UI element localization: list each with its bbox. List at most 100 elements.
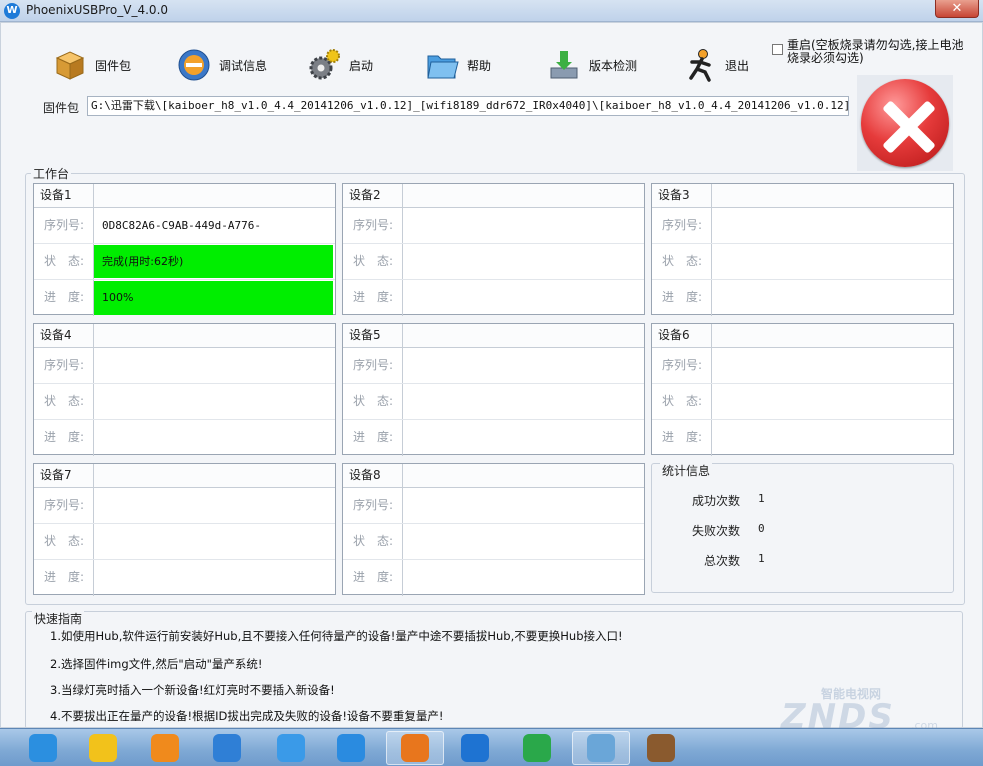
taskbar-app[interactable]	[632, 731, 690, 765]
close-button[interactable]: ✕	[935, 0, 979, 18]
device-status	[94, 524, 335, 559]
device-serial	[94, 488, 335, 523]
serial-label: 序列号:	[34, 348, 94, 383]
taskbar-app[interactable]	[262, 731, 320, 765]
progress-label: 进 度:	[343, 420, 403, 456]
stat-total: 总次数 1	[652, 552, 952, 568]
sogou-icon	[461, 734, 489, 762]
serial-label: 序列号:	[343, 208, 403, 243]
stat-success-label: 成功次数	[691, 494, 740, 508]
device-name: 设备1	[34, 184, 94, 207]
device-panel: 设备4 序列号: 状 态: 进 度:	[33, 323, 336, 456]
serial-label: 序列号:	[343, 488, 403, 523]
device-status	[403, 384, 644, 419]
serial-label: 序列号:	[343, 348, 403, 383]
phoenix-app-icon	[401, 734, 429, 762]
device-progress	[94, 560, 335, 596]
device-serial	[712, 348, 953, 383]
taskbar-app[interactable]	[446, 731, 504, 765]
guide-line: 1.如使用Hub,软件运行前安装好Hub,且不要接入任何待量产的设备!量产中途不…	[50, 629, 623, 643]
exit-button[interactable]: 退出	[683, 45, 749, 85]
znds-watermark: 智能电视网 ZNDS .com	[781, 687, 938, 737]
help-button[interactable]: 帮助	[425, 45, 491, 85]
guide-line: 2.选择固件img文件,然后"启动"量产系统!	[50, 657, 263, 671]
device-panel: 设备7 序列号: 状 态: 进 度:	[33, 463, 336, 596]
taskbar	[0, 728, 983, 766]
taskbar-app[interactable]	[198, 731, 256, 765]
device-panel: 设备5 序列号: 状 态: 进 度:	[342, 323, 645, 456]
firmware-button[interactable]: 固件包	[53, 45, 131, 85]
restart-checkbox[interactable]	[772, 44, 783, 55]
taskbar-app[interactable]	[322, 731, 380, 765]
device-progress	[712, 280, 953, 316]
phoenixusbpro-icon	[587, 734, 615, 762]
device-name: 设备2	[343, 184, 403, 207]
device-panel: 设备2 序列号: 状 态: 进 度:	[342, 183, 645, 316]
debug-icon	[177, 48, 211, 82]
firmware-path-label: 固件包	[43, 101, 80, 115]
package-icon	[53, 48, 87, 82]
quick-guide-title: 快速指南	[32, 610, 85, 627]
device-status	[403, 524, 644, 559]
device-progress	[403, 280, 644, 316]
search-tool-icon	[213, 734, 241, 762]
guide-line: 4.不要拔出正在量产的设备!根据ID拔出完成及失败的设备!设备不要重复量产!	[50, 709, 444, 723]
stat-success-value: 1	[758, 492, 765, 505]
debug-info-button[interactable]: 调试信息	[177, 45, 267, 85]
window-title: PhoenixUSBPro_V_4.0.0	[26, 3, 169, 17]
stat-total-value: 1	[758, 552, 765, 565]
device-name: 设备4	[34, 324, 94, 347]
taskbar-app[interactable]	[14, 731, 72, 765]
serial-label: 序列号:	[34, 488, 94, 523]
device-serial	[403, 348, 644, 383]
stat-total-label: 总次数	[703, 554, 740, 568]
device-name: 设备3	[652, 184, 712, 207]
progress-label: 进 度:	[343, 560, 403, 596]
status-label: 状 态:	[34, 384, 94, 419]
device-name: 设备6	[652, 324, 712, 347]
app-logo-icon: W	[4, 3, 20, 19]
device-serial	[712, 208, 953, 243]
exit-button-label: 退出	[725, 58, 750, 73]
device-name: 设备8	[343, 464, 403, 487]
firmware-path-field[interactable]: G:\迅雷下载\[kaiboer_h8_v1.0_4.4_20141206_v1…	[87, 96, 849, 116]
start-button-label: 启动	[349, 58, 374, 73]
progress-label: 进 度:	[343, 280, 403, 316]
music-player-icon	[89, 734, 117, 762]
status-label: 状 态:	[343, 244, 403, 279]
stats-panel: 统计信息 成功次数 1 失败次数 0 总次数 1	[651, 462, 954, 593]
restart-checkbox-label: 重启(空板烧录请勿勾选,接上电池烧录必须勾选)	[787, 38, 964, 65]
device-status	[403, 244, 644, 279]
device-progress	[712, 420, 953, 456]
progress-label: 进 度:	[652, 280, 712, 316]
device-status	[94, 384, 335, 419]
device-panel: 设备1序列号:0D8C82A6-C9AB-449d-A776-002F98B92…	[33, 183, 336, 316]
video-player-icon	[523, 734, 551, 762]
start-button[interactable]: 启动	[307, 45, 373, 85]
device-panel: 设备6 序列号: 状 态: 进 度:	[651, 323, 954, 456]
device-serial: 0D8C82A6-C9AB-449d-A776-002F98B92BB9	[102, 219, 261, 267]
device-name: 设备5	[343, 324, 403, 347]
taskbar-app[interactable]	[386, 731, 444, 765]
folder-icon	[425, 48, 459, 82]
qq-browser-icon	[151, 734, 179, 762]
status-label: 状 态:	[34, 244, 94, 279]
version-check-button[interactable]: 版本检测	[547, 45, 637, 85]
debug-info-button-label: 调试信息	[219, 58, 268, 73]
title-bar: W PhoenixUSBPro_V_4.0.0 ✕	[0, 0, 983, 22]
status-label: 状 态:	[343, 524, 403, 559]
taskbar-app[interactable]	[572, 731, 630, 765]
taskbar-app[interactable]	[74, 731, 132, 765]
main-window: 固件包 调试信息 启动 帮助 版本检测 退出 重启(空板烧录请勿勾选,接上电池烧…	[0, 22, 983, 737]
download-icon	[547, 48, 581, 82]
help-button-label: 帮助	[467, 58, 492, 73]
taskbar-app[interactable]	[508, 731, 566, 765]
error-icon	[861, 79, 949, 167]
taskbar-app[interactable]	[136, 731, 194, 765]
firmware-button-label: 固件包	[95, 58, 132, 73]
device-panel: 设备8 序列号: 状 态: 进 度:	[342, 463, 645, 596]
archive-icon	[647, 734, 675, 762]
status-label: 状 态:	[652, 384, 712, 419]
status-label: 状 态:	[652, 244, 712, 279]
bird-app-icon	[277, 734, 305, 762]
